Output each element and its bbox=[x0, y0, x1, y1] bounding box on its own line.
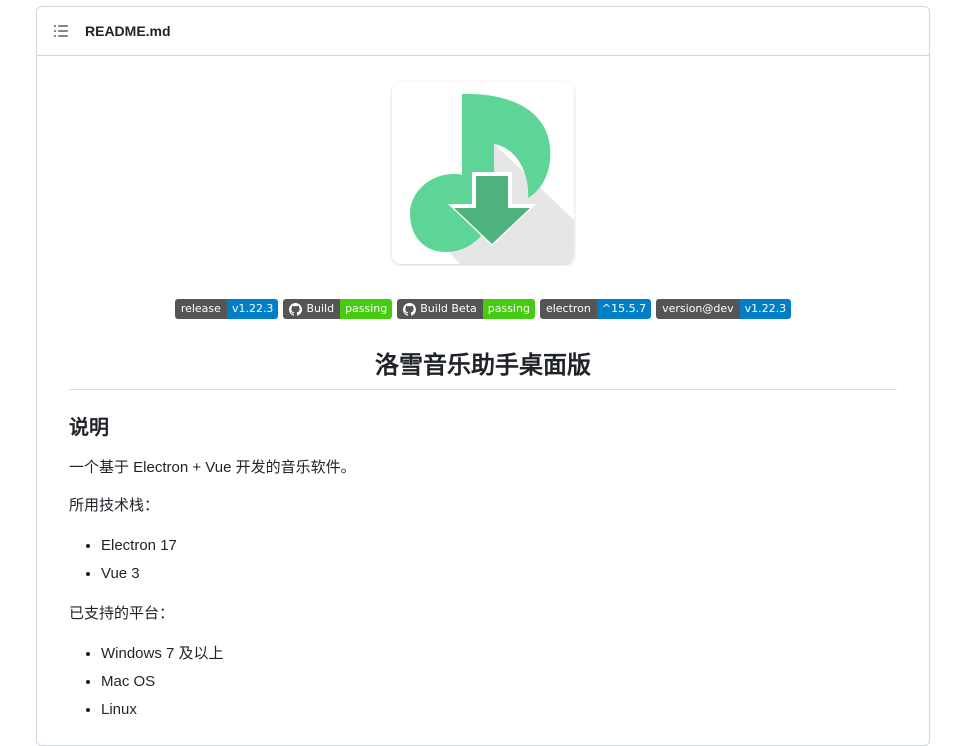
list-item: Windows 7 及以上 bbox=[101, 640, 897, 668]
github-icon bbox=[289, 302, 303, 316]
badge-value: v1.22.3 bbox=[739, 299, 792, 319]
badge-label: electron bbox=[539, 299, 597, 319]
badge-left-text: release bbox=[180, 302, 221, 315]
readme-panel: README.md release v1.22.3 Build passing … bbox=[36, 6, 930, 746]
badge-value: v1.22.3 bbox=[226, 299, 279, 319]
badge-label: Build Beta bbox=[397, 299, 483, 319]
list-unordered-icon[interactable] bbox=[53, 23, 69, 39]
logo-container bbox=[69, 56, 897, 271]
badge-label: Build bbox=[283, 299, 341, 319]
badge-value: ^15.5.7 bbox=[596, 299, 652, 319]
badge-label: version@dev bbox=[656, 299, 740, 319]
stack-label: 所用技术栈： bbox=[69, 497, 160, 514]
markdown-body: release v1.22.3 Build passing Build Beta pass… bbox=[37, 56, 929, 724]
badge-value: passing bbox=[482, 299, 535, 319]
badge-build[interactable]: Build passing bbox=[283, 299, 393, 319]
music-note-download-icon[interactable] bbox=[390, 80, 576, 266]
list-item: Mac OS bbox=[101, 668, 897, 696]
intro-paragraph: 一个基于 Electron + Vue 开发的音乐软件。 bbox=[69, 459, 356, 476]
readme-filename[interactable]: README.md bbox=[85, 23, 171, 39]
badge-version-dev[interactable]: version@dev v1.22.3 bbox=[656, 299, 792, 319]
list-item: Linux bbox=[101, 696, 897, 724]
page-title: 洛雪音乐助手桌面版 bbox=[69, 349, 897, 390]
badge-value: passing bbox=[340, 299, 393, 319]
badge-electron[interactable]: electron ^15.5.7 bbox=[539, 299, 652, 319]
badge-left-text: version@dev bbox=[662, 302, 734, 315]
platforms-label: 已支持的平台： bbox=[69, 605, 175, 622]
section-heading: 说明 bbox=[69, 417, 109, 439]
github-icon bbox=[403, 302, 417, 316]
list-item: Vue 3 bbox=[101, 560, 897, 588]
badge-row: release v1.22.3 Build passing Build Beta pass… bbox=[69, 299, 897, 319]
badge-release[interactable]: release v1.22.3 bbox=[174, 299, 279, 319]
badge-left-text: Build Beta bbox=[420, 302, 477, 315]
readme-header: README.md bbox=[37, 7, 929, 56]
list-item: Electron 17 bbox=[101, 532, 897, 560]
badge-label: release bbox=[174, 299, 227, 319]
stack-list: Electron 17 Vue 3 bbox=[69, 532, 897, 588]
badge-left-text: electron bbox=[545, 302, 591, 315]
badge-build-beta[interactable]: Build Beta passing bbox=[397, 299, 535, 319]
badge-left-text: Build bbox=[306, 302, 335, 315]
platforms-list: Windows 7 及以上 Mac OS Linux bbox=[69, 640, 897, 724]
